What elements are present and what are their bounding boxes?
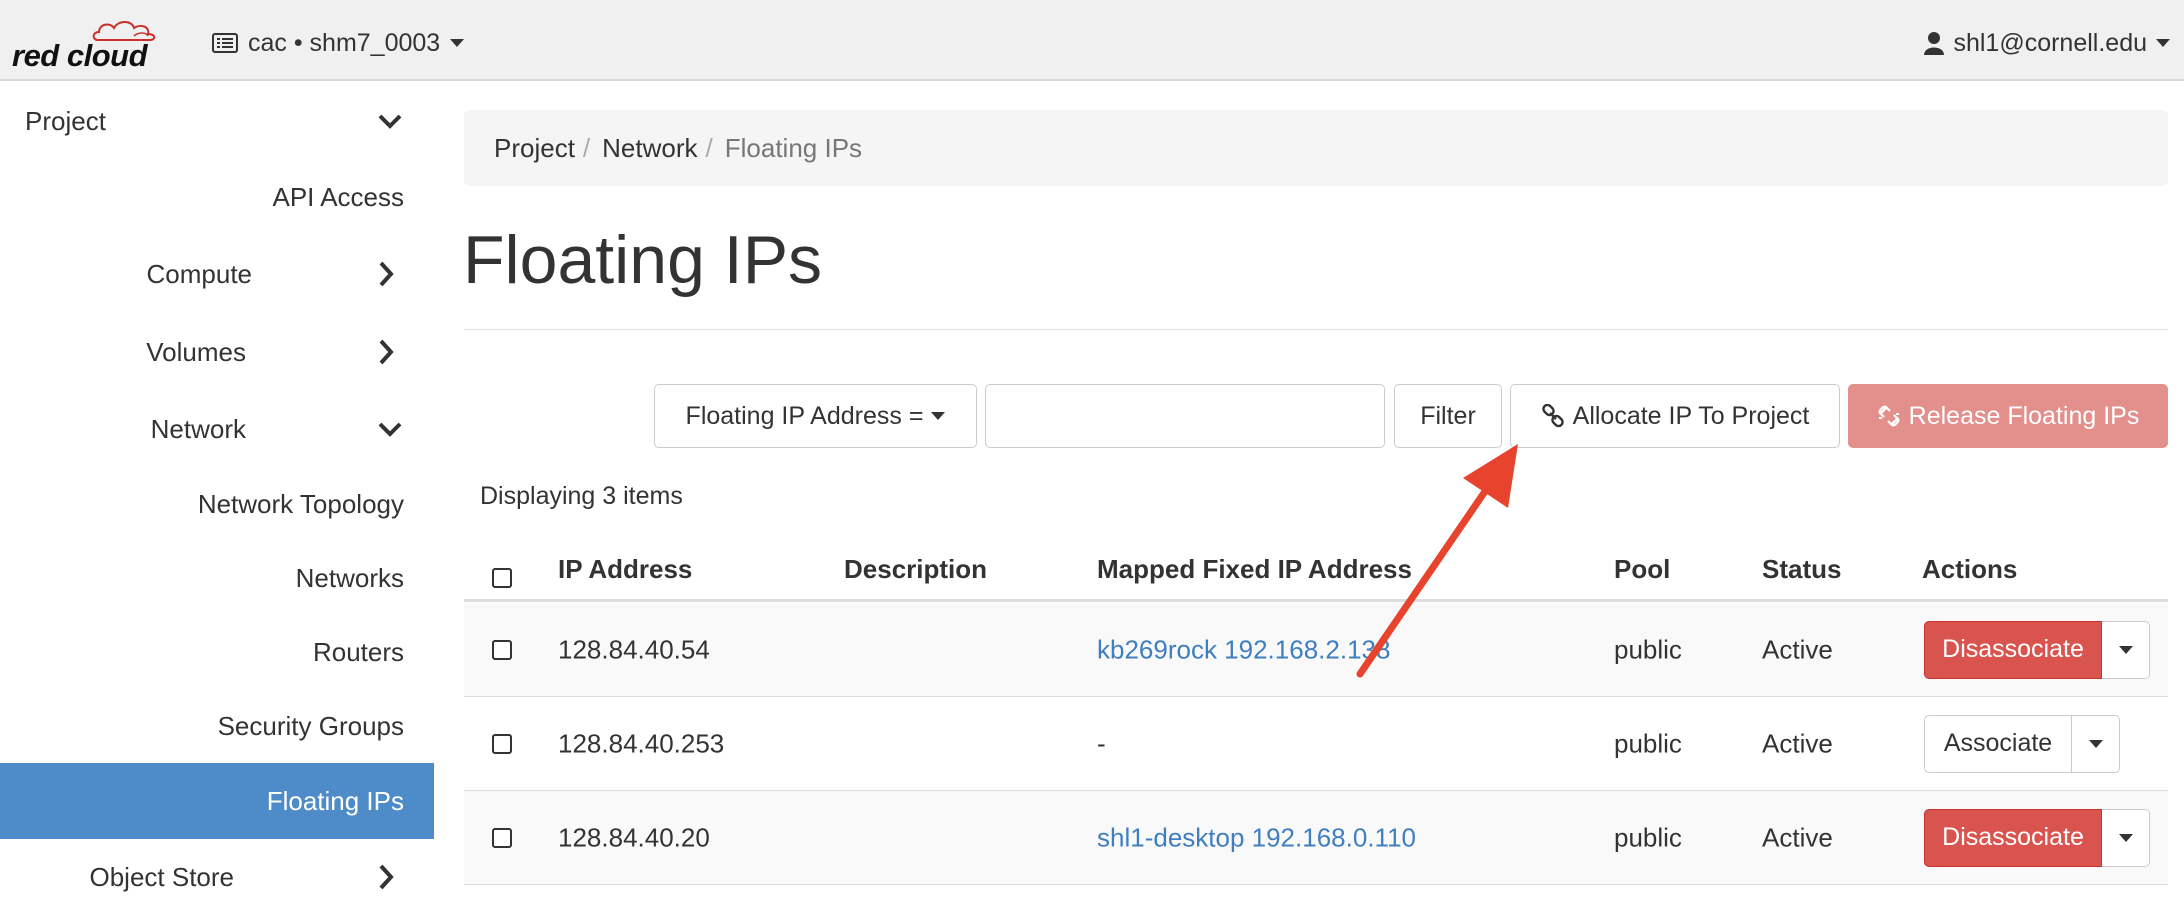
project-switcher-label: cac • shm7_0003 bbox=[248, 28, 441, 57]
column-header-pool[interactable]: Pool bbox=[1614, 554, 1670, 585]
row-checkbox[interactable] bbox=[492, 639, 512, 660]
chevron-down-icon bbox=[378, 422, 402, 437]
row-actions-dropdown-toggle[interactable] bbox=[2102, 620, 2150, 679]
sidebar-item-label: Network Topology bbox=[197, 488, 404, 519]
sidebar-item-label: Volumes bbox=[146, 336, 246, 367]
pool-cell: public bbox=[1614, 822, 1682, 852]
breadcrumb-current: Floating IPs bbox=[724, 132, 863, 163]
ip-address-cell: 128.84.40.54 bbox=[558, 634, 710, 664]
table-header: IP Address Description Mapped Fixed IP A… bbox=[464, 540, 2168, 602]
allocate-ip-button[interactable]: Allocate IP To Project bbox=[1510, 384, 1840, 448]
sidebar-item-label: Networks bbox=[295, 562, 404, 593]
sidebar-item-security-groups[interactable]: Security Groups bbox=[0, 689, 434, 763]
unlink-icon bbox=[1878, 405, 1900, 427]
filter-field-label: Floating IP Address = bbox=[685, 401, 924, 430]
chevron-right-icon bbox=[379, 339, 394, 365]
breadcrumb-separator: / bbox=[705, 132, 713, 163]
column-header-actions: Actions bbox=[1922, 554, 2018, 584]
pool-cell: public bbox=[1614, 634, 1682, 664]
caret-down-icon bbox=[450, 39, 465, 47]
list-icon bbox=[212, 33, 238, 53]
select-all-checkbox[interactable] bbox=[492, 568, 512, 588]
column-header-status[interactable]: Status bbox=[1762, 554, 1841, 585]
red-cloud-logo[interactable]: red cloud bbox=[12, 18, 162, 74]
sidebar-item-network-topology[interactable]: Network Topology bbox=[0, 467, 434, 541]
sidebar-item-floating-ips[interactable]: Floating IPs bbox=[0, 763, 434, 839]
sidebar-item-label: Floating IPs bbox=[266, 785, 404, 816]
logo-text: red cloud bbox=[12, 38, 148, 73]
release-floating-ips-button[interactable]: Release Floating IPs bbox=[1848, 384, 2168, 448]
row-checkbox[interactable] bbox=[492, 733, 512, 754]
project-switcher[interactable]: cac • shm7_0003 bbox=[212, 25, 465, 61]
filter-button[interactable]: Filter bbox=[1394, 384, 1502, 448]
sidebar-item-routers[interactable]: Routers bbox=[0, 615, 434, 689]
sidebar-item-label: Compute bbox=[146, 258, 253, 289]
chevron-down-icon bbox=[378, 114, 402, 129]
sidebar-item-network[interactable]: Network bbox=[0, 391, 434, 467]
filter-button-label: Filter bbox=[1420, 401, 1476, 430]
sidebar-item-object-store[interactable]: Object Store bbox=[0, 839, 434, 915]
breadcrumb-network[interactable]: Network bbox=[602, 133, 697, 164]
mapped-fixed-ip-link[interactable]: kb269rock 192.168.2.138 bbox=[1097, 634, 1390, 665]
status-cell: Active bbox=[1762, 822, 1833, 852]
caret-down-icon bbox=[2088, 739, 2103, 748]
status-cell: Active bbox=[1762, 634, 1833, 664]
status-cell: Active bbox=[1762, 728, 1833, 758]
sidebar-item-compute[interactable]: Compute bbox=[0, 235, 434, 313]
breadcrumb: Project / Network / Floating IPs bbox=[464, 110, 2168, 186]
sidebar-item-volumes[interactable]: Volumes bbox=[0, 313, 434, 391]
sidebar-item-label: API Access bbox=[272, 181, 405, 212]
filter-field-select[interactable]: Floating IP Address = bbox=[654, 384, 977, 448]
sidebar-item-networks[interactable]: Networks bbox=[0, 541, 434, 615]
top-navbar: red cloud cac • shm7_0003 shl1@cornell.e… bbox=[0, 0, 2184, 81]
row-actions-dropdown-toggle[interactable] bbox=[2072, 714, 2120, 773]
user-menu-label: shl1@cornell.edu bbox=[1953, 28, 2147, 57]
sidebar-item-label: Object Store bbox=[89, 861, 234, 892]
sidebar-item-label: Security Groups bbox=[217, 710, 404, 741]
disassociate-button[interactable]: Disassociate bbox=[1924, 808, 2102, 867]
table-row: 128.84.40.20 shl1-desktop 192.168.0.110 … bbox=[464, 791, 2168, 885]
user-menu[interactable]: shl1@cornell.edu bbox=[1924, 25, 2170, 61]
sidebar-item-label: Network bbox=[150, 413, 246, 444]
chevron-right-icon bbox=[379, 864, 394, 890]
filter-input[interactable] bbox=[985, 384, 1385, 448]
breadcrumb-separator: / bbox=[582, 132, 591, 163]
disassociate-button[interactable]: Disassociate bbox=[1924, 620, 2102, 679]
associate-button[interactable]: Associate bbox=[1924, 714, 2072, 773]
release-floating-ips-label: Release Floating IPs bbox=[1908, 401, 2140, 430]
items-count: Displaying 3 items bbox=[480, 482, 683, 510]
pool-cell: public bbox=[1614, 728, 1682, 758]
mapped-fixed-ip-cell: - bbox=[1097, 728, 1106, 758]
sidebar-item-label: Routers bbox=[312, 636, 404, 667]
ip-address-cell: 128.84.40.253 bbox=[558, 728, 725, 758]
sidebar-item-api-access[interactable]: API Access bbox=[0, 159, 434, 235]
link-icon bbox=[1541, 404, 1564, 428]
sidebar-item-project[interactable]: Project bbox=[0, 83, 434, 159]
breadcrumb-project[interactable]: Project bbox=[494, 133, 575, 164]
sidebar: Project API Access Compute Volumes Netwo… bbox=[0, 83, 434, 910]
mapped-fixed-ip-link[interactable]: shl1-desktop 192.168.0.110 bbox=[1097, 822, 1416, 853]
allocate-ip-button-label: Allocate IP To Project bbox=[1572, 401, 1810, 430]
caret-down-icon bbox=[931, 412, 946, 420]
column-header-mapped-fixed-ip[interactable]: Mapped Fixed IP Address bbox=[1097, 554, 1412, 585]
table-row: 128.84.40.253 - public Active Associate bbox=[464, 697, 2168, 791]
row-checkbox[interactable] bbox=[492, 827, 512, 848]
column-header-ip-address[interactable]: IP Address bbox=[558, 554, 692, 585]
page-title: Floating IPs bbox=[463, 222, 823, 298]
row-actions-dropdown-toggle[interactable] bbox=[2102, 808, 2150, 867]
chevron-right-icon bbox=[379, 261, 394, 287]
title-divider bbox=[464, 329, 2168, 330]
user-icon bbox=[1924, 32, 1945, 55]
ip-address-cell: 128.84.40.20 bbox=[558, 822, 710, 852]
caret-down-icon bbox=[2118, 833, 2133, 842]
table-row: 128.84.40.54 kb269rock 192.168.2.138 pub… bbox=[464, 603, 2168, 697]
sidebar-item-label: Project bbox=[25, 105, 106, 136]
caret-down-icon bbox=[2156, 39, 2170, 47]
column-header-description[interactable]: Description bbox=[844, 554, 987, 585]
caret-down-icon bbox=[2118, 645, 2133, 654]
